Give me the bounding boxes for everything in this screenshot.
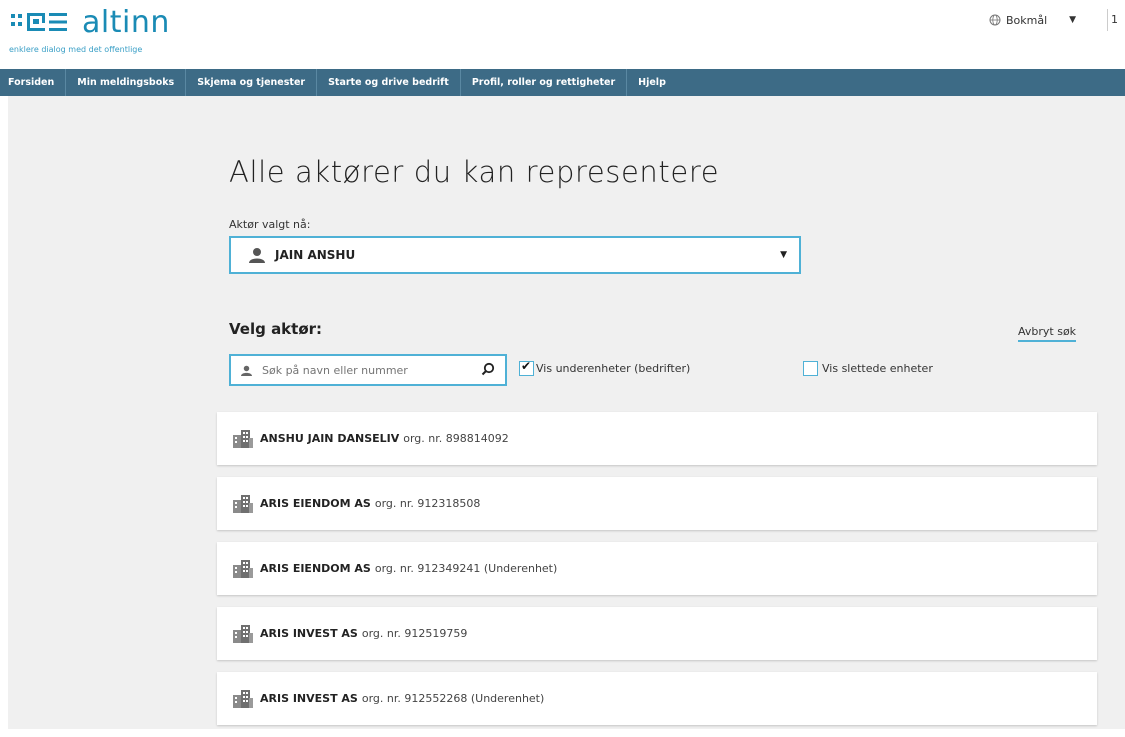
nav-item-business[interactable]: Starte og drive bedrift — [317, 69, 461, 96]
list-item[interactable]: ARIS INVEST AS org. nr. 912519759 — [217, 607, 1097, 660]
show-deleted-label: Vis slettede enheter — [822, 362, 933, 375]
show-deleted-checkbox[interactable]: Vis slettede enheter — [803, 361, 933, 376]
actor-name: ARIS EIENDOM AS — [260, 497, 371, 510]
logo-tagline: enklere dialog med det offentlige — [9, 45, 143, 54]
actor-list: ANSHU JAIN DANSELIV org. nr. 898814092 A… — [217, 412, 1097, 737]
main-nav: Forsiden Min meldingsboks Skjema og tjen… — [0, 69, 1125, 96]
current-actor-select[interactable]: JAIN ANSHU ▼ — [229, 236, 801, 274]
person-icon — [249, 248, 265, 263]
building-icon — [233, 624, 253, 643]
header: altinn enklere dialog med det offentlige… — [0, 0, 1125, 68]
person-icon — [241, 365, 252, 376]
building-icon — [233, 689, 253, 708]
current-actor-name: JAIN ANSHU — [275, 248, 356, 262]
page-title: Alle aktører du kan representere — [229, 155, 720, 189]
nav-item-profile[interactable]: Profil, roller og rettigheter — [461, 69, 628, 96]
building-icon — [233, 494, 253, 513]
actor-org-number: org. nr. 912552268 (Underenhet) — [361, 692, 545, 705]
show-subunits-checkbox[interactable]: Vis underenheter (bedrifter) — [519, 359, 691, 376]
list-item[interactable]: ARIS EIENDOM AS org. nr. 912349241 (Unde… — [217, 542, 1097, 595]
altinn-logo-icon — [11, 13, 67, 31]
chevron-down-icon: ▼ — [780, 250, 787, 260]
search-icon[interactable] — [481, 362, 495, 376]
actor-name: ARIS EIENDOM AS — [260, 562, 371, 575]
chevron-down-icon: ▼ — [1069, 15, 1077, 25]
list-item[interactable]: ANSHU JAIN DANSELIV org. nr. 898814092 — [217, 412, 1097, 465]
building-icon — [233, 559, 253, 578]
logo-text: altinn — [82, 5, 170, 40]
list-item[interactable]: ARIS EIENDOM AS org. nr. 912318508 — [217, 477, 1097, 530]
checkbox-unchecked[interactable] — [803, 361, 818, 376]
language-selector[interactable]: Bokmål ▼ 1 — [989, 9, 1118, 31]
list-item[interactable]: ARIS INVEST AS org. nr. 912552268 (Under… — [217, 672, 1097, 725]
actor-name: ARIS INVEST AS — [260, 692, 358, 705]
actor-org-number: org. nr. 912519759 — [361, 627, 468, 640]
nav-item-help[interactable]: Hjelp — [627, 69, 677, 96]
building-icon — [233, 429, 253, 448]
actor-org-number: org. nr. 912318508 — [374, 497, 481, 510]
nav-item-inbox[interactable]: Min meldingsboks — [66, 69, 187, 96]
actor-org-number: org. nr. 912349241 (Underenhet) — [374, 562, 558, 575]
altinn-logo[interactable]: altinn — [9, 8, 170, 38]
actor-org-number: org. nr. 898814092 — [403, 432, 509, 445]
show-subunits-label: Vis underenheter (bedrifter) — [536, 362, 691, 375]
search-input[interactable] — [260, 362, 464, 378]
actor-search[interactable] — [229, 354, 507, 386]
current-actor-label: Aktør valgt nå: — [229, 218, 311, 231]
header-edge-text: 1 — [1107, 9, 1125, 31]
choose-actor-heading: Velg aktør: — [229, 320, 323, 338]
actor-name: ARIS INVEST AS — [260, 627, 358, 640]
language-label: Bokmål — [1006, 13, 1048, 27]
actor-name: ANSHU JAIN DANSELIV — [260, 432, 400, 445]
checkbox-checked[interactable] — [519, 359, 534, 376]
nav-item-forms[interactable]: Skjema og tjenester — [186, 69, 318, 96]
globe-icon — [989, 14, 1001, 26]
nav-item-forsiden[interactable]: Forsiden — [0, 69, 67, 96]
cancel-search-link[interactable]: Avbryt søk — [1018, 325, 1077, 342]
